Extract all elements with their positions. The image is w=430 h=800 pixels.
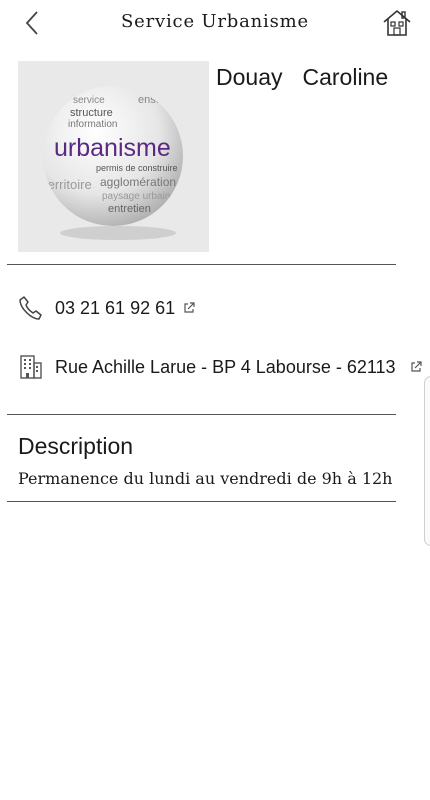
svg-text:permis de construire: permis de construire: [96, 163, 178, 173]
svg-text:service: service: [73, 95, 105, 106]
divider: [7, 501, 396, 502]
description-heading: Description: [18, 433, 134, 459]
svg-text:information: information: [68, 119, 117, 130]
header-bar: Service Urbanisme: [0, 0, 430, 46]
svg-text:agglomération: agglomération: [100, 175, 176, 189]
svg-text:structure: structure: [70, 107, 113, 119]
divider: [7, 264, 396, 265]
phone-number[interactable]: 03 21 61 92 61: [55, 298, 175, 319]
address-text[interactable]: Rue Achille Larue - BP 4 Labourse - 6211…: [55, 357, 396, 378]
home-button[interactable]: [382, 8, 412, 38]
phone-icon: [19, 296, 42, 320]
external-link-icon[interactable]: [183, 302, 195, 314]
address-row[interactable]: Rue Achille Larue - BP 4 Labourse - 6211…: [18, 353, 422, 381]
page-title: Service Urbanisme: [121, 11, 309, 32]
description-text: Permanence du lundi au vendredi de 9h à …: [18, 469, 393, 488]
contact-first-name: Caroline: [302, 64, 389, 90]
divider: [7, 414, 396, 415]
phone-row[interactable]: 03 21 61 92 61: [18, 294, 195, 322]
home-icon: [383, 9, 411, 36]
svg-text:paysage urbain: paysage urbain: [102, 191, 170, 202]
scroll-handle[interactable]: [424, 376, 430, 546]
svg-text:ensemble: ensemble: [138, 94, 186, 106]
contact-name: Douay Caroline: [216, 64, 408, 91]
svg-text:urbanisme: urbanisme: [54, 134, 171, 162]
urbanisme-sphere-image: service structure information urbanisme …: [43, 86, 186, 240]
svg-text:entretien: entretien: [108, 203, 151, 215]
contact-photo: service structure information urbanisme …: [18, 61, 209, 252]
svg-text:territoire: territoire: [44, 177, 92, 192]
building-icon: [20, 355, 42, 379]
contact-last-name: Douay: [216, 64, 283, 90]
external-link-icon[interactable]: [410, 361, 422, 373]
